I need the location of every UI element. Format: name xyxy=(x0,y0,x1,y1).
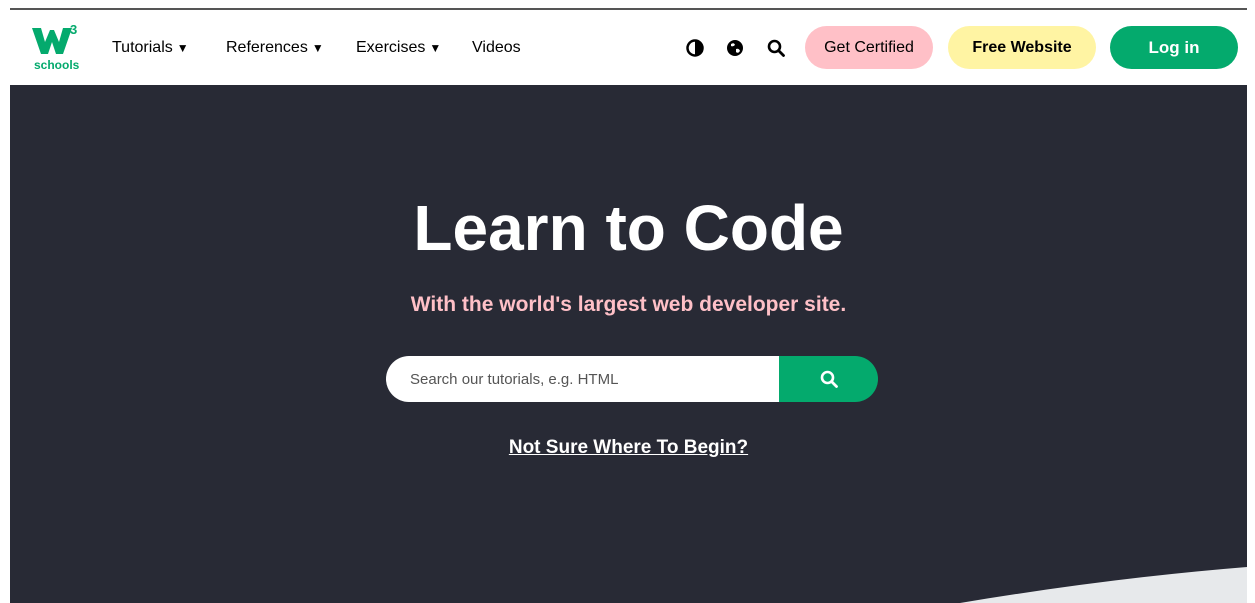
nav-tutorials[interactable]: Tutorials ▼ xyxy=(112,36,189,60)
right-edge xyxy=(1247,10,1255,603)
search-input[interactable] xyxy=(386,356,779,402)
search-icon[interactable] xyxy=(764,36,788,60)
caret-down-icon: ▼ xyxy=(176,41,189,55)
caret-down-icon: ▼ xyxy=(429,41,442,55)
nav-exercises-label: Exercises xyxy=(356,39,426,56)
nav-references[interactable]: References ▼ xyxy=(226,36,324,60)
get-certified-button[interactable]: Get Certified xyxy=(805,26,933,69)
free-website-button[interactable]: Free Website xyxy=(948,26,1096,69)
nav-videos[interactable]: Videos xyxy=(472,36,521,60)
caret-down-icon: ▼ xyxy=(311,41,324,55)
left-edge xyxy=(0,10,10,603)
search-icon xyxy=(820,370,838,388)
contrast-icon[interactable] xyxy=(683,36,707,60)
nav-exercises[interactable]: Exercises ▼ xyxy=(356,36,441,60)
decorative-wave xyxy=(960,567,1247,603)
globe-icon[interactable] xyxy=(723,36,747,60)
nav-tutorials-label: Tutorials xyxy=(112,39,173,56)
top-navbar: 3 schools Tutorials ▼ References ▼ Exerc… xyxy=(10,10,1247,85)
logo-wordmark: schools xyxy=(34,58,80,72)
top-border xyxy=(0,0,1255,10)
logo-superscript: 3 xyxy=(70,22,78,37)
tutorial-search xyxy=(386,356,878,402)
login-button[interactable]: Log in xyxy=(1110,26,1238,69)
nav-videos-label: Videos xyxy=(472,39,521,56)
w3schools-logo[interactable]: 3 schools xyxy=(32,22,84,74)
hero-section: Learn to Code With the world's largest w… xyxy=(10,85,1247,603)
not-sure-where-to-begin-link[interactable]: Not Sure Where To Begin? xyxy=(10,437,1247,459)
w3-logo-icon xyxy=(32,28,72,54)
nav-references-label: References xyxy=(226,39,308,56)
hero-title: Learn to Code xyxy=(413,192,844,264)
hero-tagline: With the world's largest web developer s… xyxy=(410,293,847,316)
search-submit-button[interactable] xyxy=(779,356,878,402)
